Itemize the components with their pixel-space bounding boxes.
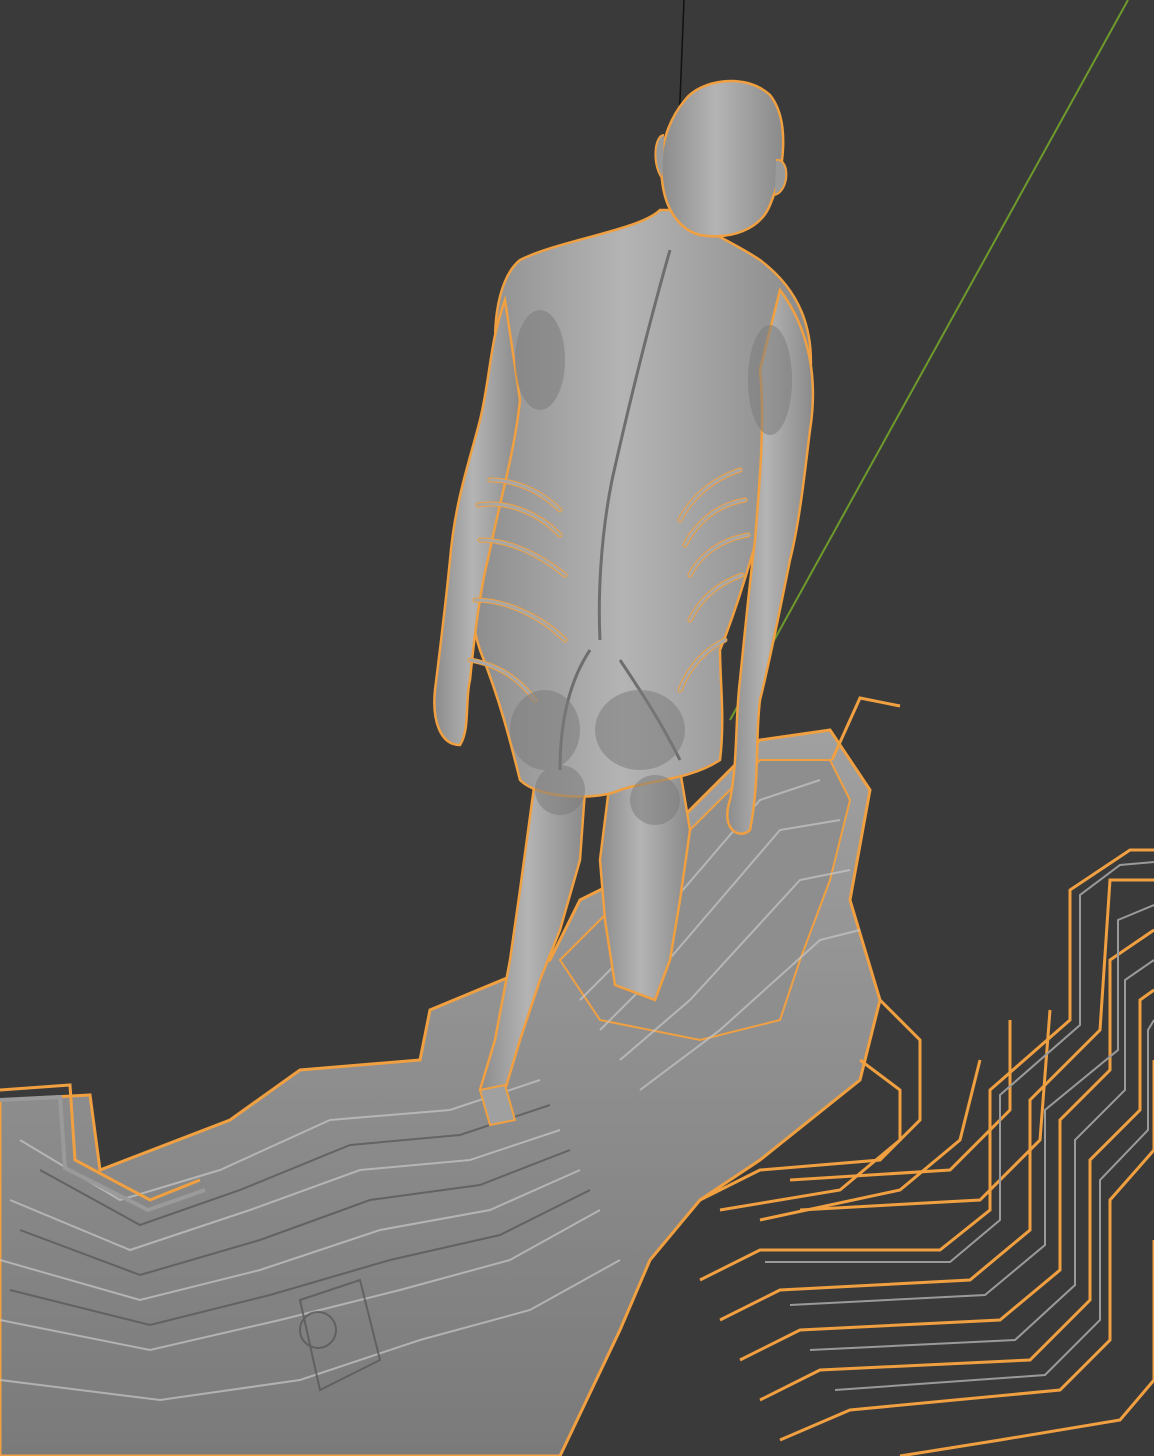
viewport-scene[interactable] [0, 0, 1154, 1456]
3d-viewport[interactable] [0, 0, 1154, 1456]
